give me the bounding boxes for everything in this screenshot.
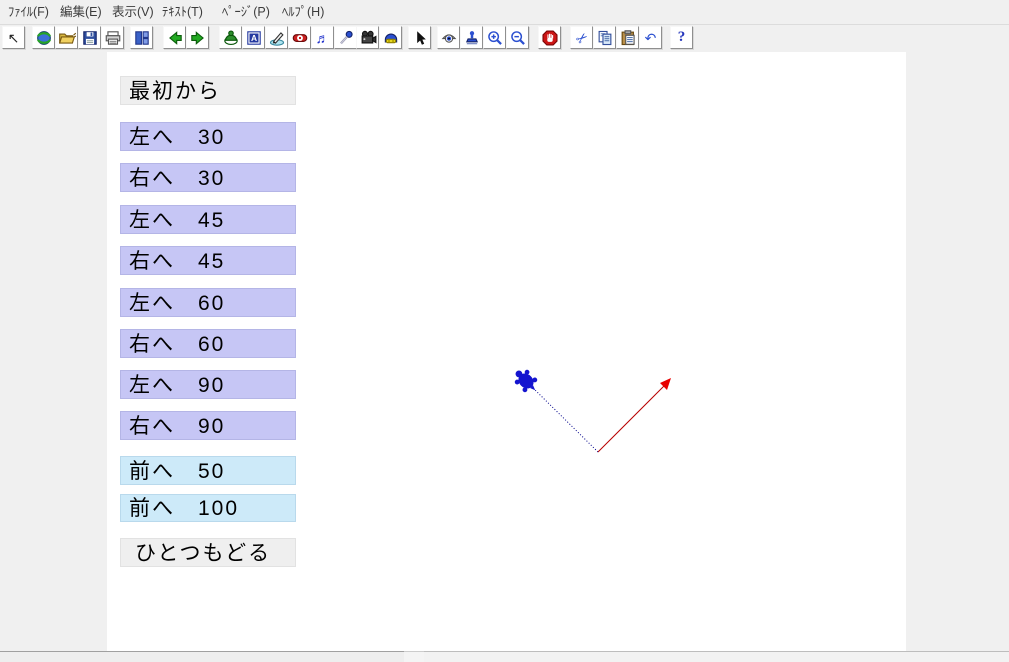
globe-home-button[interactable] [32,26,55,49]
text-a-icon: A [245,29,263,47]
help-button[interactable]: ? [670,26,693,49]
cmd-forward-50-button[interactable]: 前へ 50 [120,456,296,485]
page-layout-icon [133,29,151,47]
stop-hand-icon [541,29,559,47]
cmd-left-90-button[interactable]: 左へ 90 [120,370,296,399]
globe-icon [35,29,53,47]
cmd-reset-button[interactable]: 最初から [120,76,296,105]
undo-arrow-icon: ↶ [645,31,657,45]
status-divider [404,651,424,662]
pointer-arrow-icon [411,29,429,47]
menu-file[interactable]: ﾌｧｲﾙ(F) [4,0,53,24]
status-bar [0,651,1009,662]
menu-view[interactable]: 表示(V) [108,0,158,24]
zoom-out-icon [509,29,527,47]
page-canvas[interactable]: 最初から 左へ 30 右へ 30 左へ 45 右へ 45 左へ 60 右へ 60… [107,52,906,651]
status-cell-left [0,651,404,662]
forward-button[interactable] [186,26,209,49]
back-button[interactable] [163,26,186,49]
cmd-right-90-button[interactable]: 右へ 90 [120,411,296,440]
cmd-left-45-button[interactable]: 左へ 45 [120,205,296,234]
movie-camera-icon [359,29,377,47]
eye-icon [440,29,458,47]
paste-clipboard-icon [619,29,637,47]
print-button[interactable] [101,26,124,49]
stamp-icon [463,29,481,47]
copy-icon [596,29,614,47]
music-note-icon: ♬ [316,31,330,45]
path-segment-red [598,383,667,452]
movie-tool-button[interactable] [356,26,379,49]
scissors-icon: ✂ [572,28,590,46]
cmd-left-30-button[interactable]: 左へ 30 [120,122,296,151]
helmet-icon [382,29,400,47]
music-tool-button[interactable]: ♬ [311,26,334,49]
zoom-in-icon [486,29,504,47]
cmd-right-60-button[interactable]: 右へ 60 [120,329,296,358]
help-question-icon: ? [678,30,686,45]
save-button[interactable] [78,26,101,49]
status-cell-right [424,651,1009,662]
stylus-icon [268,29,286,47]
turtle-icon [222,29,240,47]
stylus-tool-button[interactable] [265,26,288,49]
record-tool-button[interactable] [334,26,357,49]
button-widget-button[interactable] [288,26,311,49]
green-right-arrow-icon [189,29,207,47]
menu-text[interactable]: ﾃｷｽﾄ(T) [158,0,207,24]
floppy-disk-icon [81,29,99,47]
turtle-tool-button[interactable] [219,26,242,49]
cmd-undo-step-button[interactable]: ひとつもどる [120,538,296,567]
cmd-right-45-button[interactable]: 右へ 45 [120,246,296,275]
menu-bar: ﾌｧｲﾙ(F) 編集(E) 表示(V) ﾃｷｽﾄ(T) ﾍﾟｰｼﾞ(P) ﾍﾙﾌ… [0,0,1009,25]
cmd-left-60-button[interactable]: 左へ 60 [120,288,296,317]
svg-text:A: A [250,32,256,42]
microphone-icon [337,29,355,47]
cut-button[interactable]: ✂ [570,26,593,49]
cmd-right-30-button[interactable]: 右へ 30 [120,163,296,192]
open-button[interactable] [55,26,78,49]
stamp-tool-button[interactable] [460,26,483,49]
eye-tool-button[interactable] [437,26,460,49]
menu-page[interactable]: ﾍﾟｰｼﾞ(P) [218,0,274,24]
viewer-tool-button[interactable] [379,26,402,49]
nw-arrow-icon: ↖ [8,31,20,45]
toolbar: ↖ [0,25,1009,52]
application-window: ﾌｧｲﾙ(F) 編集(E) 表示(V) ﾃｷｽﾄ(T) ﾍﾟｰｼﾞ(P) ﾍﾙﾌ… [0,0,1009,662]
printer-icon [104,29,122,47]
pointer-mode-button[interactable] [408,26,431,49]
text-tool-button[interactable]: A [242,26,265,49]
turtle-sprite[interactable] [510,365,542,397]
menu-edit[interactable]: 編集(E) [56,0,106,24]
paste-button[interactable] [616,26,639,49]
red-widget-icon [291,29,309,47]
open-folder-icon [58,29,76,47]
zoom-out-button[interactable] [506,26,529,49]
select-mode-button[interactable]: ↖ [2,26,25,49]
command-panel: 最初から 左へ 30 右へ 30 左へ 45 右へ 45 左へ 60 右へ 60… [120,76,296,567]
page-layout-button[interactable] [130,26,153,49]
copy-button[interactable] [593,26,616,49]
green-left-arrow-icon [166,29,184,47]
undo-button[interactable]: ↶ [639,26,662,49]
zoom-in-button[interactable] [483,26,506,49]
stop-button[interactable] [538,26,561,49]
cmd-forward-100-button[interactable]: 前へ 100 [120,494,296,522]
path-segment-blue [531,386,598,452]
menu-help[interactable]: ﾍﾙﾌﾟ(H) [278,0,328,24]
